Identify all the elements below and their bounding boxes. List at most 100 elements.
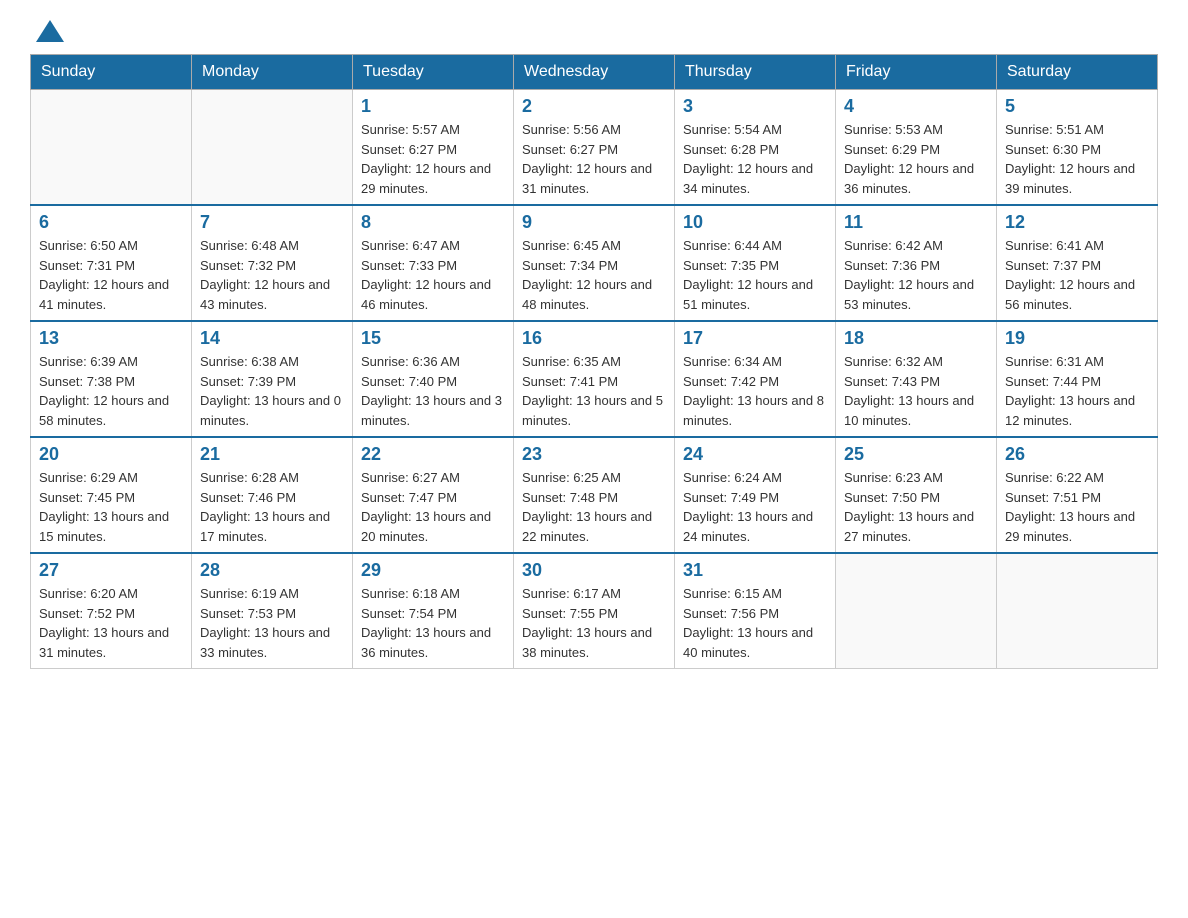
day-detail: Sunrise: 6:50 AMSunset: 7:31 PMDaylight:… bbox=[39, 236, 183, 314]
calendar-week-row: 20 Sunrise: 6:29 AMSunset: 7:45 PMDayligh… bbox=[31, 437, 1158, 553]
calendar-cell: 15 Sunrise: 6:36 AMSunset: 7:40 PMDayligh… bbox=[353, 321, 514, 437]
day-detail: Sunrise: 6:38 AMSunset: 7:39 PMDaylight:… bbox=[200, 352, 344, 430]
day-number: 26 bbox=[1005, 444, 1149, 465]
day-of-week-header: Thursday bbox=[675, 55, 836, 90]
calendar-cell: 21Sunrise: 6:28 AMSunset: 7:46 PMDayligh… bbox=[192, 437, 353, 553]
day-number: 8 bbox=[361, 212, 505, 233]
day-detail: Sunrise: 6:29 AMSunset: 7:45 PMDaylight:… bbox=[39, 468, 183, 546]
day-number: 3 bbox=[683, 96, 827, 117]
day-detail: Sunrise: 6:19 AMSunset: 7:53 PMDaylight:… bbox=[200, 584, 344, 662]
day-number: 25 bbox=[844, 444, 988, 465]
day-number: 24 bbox=[683, 444, 827, 465]
calendar-cell: 12Sunrise: 6:41 AMSunset: 7:37 PMDayligh… bbox=[997, 205, 1158, 321]
calendar-cell: 6 Sunrise: 6:50 AMSunset: 7:31 PMDaylight… bbox=[31, 205, 192, 321]
day-of-week-header: Sunday bbox=[31, 55, 192, 90]
day-number: 29 bbox=[361, 560, 505, 581]
day-detail: Sunrise: 6:18 AMSunset: 7:54 PMDaylight:… bbox=[361, 584, 505, 662]
day-detail: Sunrise: 5:54 AMSunset: 6:28 PMDaylight:… bbox=[683, 120, 827, 198]
day-number: 27 bbox=[39, 560, 183, 581]
day-detail: Sunrise: 5:57 AMSunset: 6:27 PMDaylight:… bbox=[361, 120, 505, 198]
day-detail: Sunrise: 6:42 AMSunset: 7:36 PMDaylight:… bbox=[844, 236, 988, 314]
day-detail: Sunrise: 6:36 AMSunset: 7:40 PMDaylight:… bbox=[361, 352, 505, 430]
day-detail: Sunrise: 6:27 AMSunset: 7:47 PMDaylight:… bbox=[361, 468, 505, 546]
day-detail: Sunrise: 6:23 AMSunset: 7:50 PMDaylight:… bbox=[844, 468, 988, 546]
calendar-cell: 24 Sunrise: 6:24 AMSunset: 7:49 PMDayligh… bbox=[675, 437, 836, 553]
calendar-cell: 25 Sunrise: 6:23 AMSunset: 7:50 PMDayligh… bbox=[836, 437, 997, 553]
day-detail: Sunrise: 6:32 AMSunset: 7:43 PMDaylight:… bbox=[844, 352, 988, 430]
calendar-cell: 5 Sunrise: 5:51 AMSunset: 6:30 PMDaylight… bbox=[997, 90, 1158, 206]
day-number: 20 bbox=[39, 444, 183, 465]
day-of-week-header: Monday bbox=[192, 55, 353, 90]
calendar-cell: 29 Sunrise: 6:18 AMSunset: 7:54 PMDayligh… bbox=[353, 553, 514, 669]
day-detail: Sunrise: 5:51 AMSunset: 6:30 PMDaylight:… bbox=[1005, 120, 1149, 198]
calendar-cell: 20 Sunrise: 6:29 AMSunset: 7:45 PMDayligh… bbox=[31, 437, 192, 553]
day-detail: Sunrise: 6:47 AMSunset: 7:33 PMDaylight:… bbox=[361, 236, 505, 314]
calendar-cell: 2Sunrise: 5:56 AMSunset: 6:27 PMDaylight… bbox=[514, 90, 675, 206]
calendar-cell: 3 Sunrise: 5:54 AMSunset: 6:28 PMDaylight… bbox=[675, 90, 836, 206]
calendar-cell: 22 Sunrise: 6:27 AMSunset: 7:47 PMDayligh… bbox=[353, 437, 514, 553]
day-number: 22 bbox=[361, 444, 505, 465]
calendar-week-row: 27 Sunrise: 6:20 AMSunset: 7:52 PMDayligh… bbox=[31, 553, 1158, 669]
day-number: 30 bbox=[522, 560, 666, 581]
calendar-cell: 4 Sunrise: 5:53 AMSunset: 6:29 PMDaylight… bbox=[836, 90, 997, 206]
day-detail: Sunrise: 5:53 AMSunset: 6:29 PMDaylight:… bbox=[844, 120, 988, 198]
day-detail: Sunrise: 6:20 AMSunset: 7:52 PMDaylight:… bbox=[39, 584, 183, 662]
calendar-cell: 16Sunrise: 6:35 AMSunset: 7:41 PMDayligh… bbox=[514, 321, 675, 437]
calendar-week-row: 6 Sunrise: 6:50 AMSunset: 7:31 PMDaylight… bbox=[31, 205, 1158, 321]
day-number: 17 bbox=[683, 328, 827, 349]
calendar-cell: 11 Sunrise: 6:42 AMSunset: 7:36 PMDayligh… bbox=[836, 205, 997, 321]
day-detail: Sunrise: 6:15 AMSunset: 7:56 PMDaylight:… bbox=[683, 584, 827, 662]
day-number: 28 bbox=[200, 560, 344, 581]
day-of-week-header: Wednesday bbox=[514, 55, 675, 90]
day-of-week-header: Friday bbox=[836, 55, 997, 90]
calendar-cell bbox=[997, 553, 1158, 669]
day-of-week-header: Tuesday bbox=[353, 55, 514, 90]
calendar-cell bbox=[31, 90, 192, 206]
calendar-cell bbox=[836, 553, 997, 669]
day-number: 5 bbox=[1005, 96, 1149, 117]
day-number: 21 bbox=[200, 444, 344, 465]
day-number: 4 bbox=[844, 96, 988, 117]
page-header bbox=[30, 20, 1158, 44]
logo-triangle-icon bbox=[36, 20, 64, 42]
day-detail: Sunrise: 6:41 AMSunset: 7:37 PMDaylight:… bbox=[1005, 236, 1149, 314]
day-detail: Sunrise: 5:56 AMSunset: 6:27 PMDaylight:… bbox=[522, 120, 666, 198]
day-detail: Sunrise: 6:31 AMSunset: 7:44 PMDaylight:… bbox=[1005, 352, 1149, 430]
day-number: 31 bbox=[683, 560, 827, 581]
calendar-cell: 7 Sunrise: 6:48 AMSunset: 7:32 PMDaylight… bbox=[192, 205, 353, 321]
calendar-cell: 19 Sunrise: 6:31 AMSunset: 7:44 PMDayligh… bbox=[997, 321, 1158, 437]
calendar-header-row: SundayMondayTuesdayWednesdayThursdayFrid… bbox=[31, 55, 1158, 90]
day-detail: Sunrise: 6:48 AMSunset: 7:32 PMDaylight:… bbox=[200, 236, 344, 314]
calendar-table: SundayMondayTuesdayWednesdayThursdayFrid… bbox=[30, 54, 1158, 669]
calendar-cell: 14Sunrise: 6:38 AMSunset: 7:39 PMDayligh… bbox=[192, 321, 353, 437]
day-number: 15 bbox=[361, 328, 505, 349]
day-number: 23 bbox=[522, 444, 666, 465]
calendar-cell bbox=[192, 90, 353, 206]
day-detail: Sunrise: 6:22 AMSunset: 7:51 PMDaylight:… bbox=[1005, 468, 1149, 546]
day-detail: Sunrise: 6:39 AMSunset: 7:38 PMDaylight:… bbox=[39, 352, 183, 430]
calendar-cell: 10Sunrise: 6:44 AMSunset: 7:35 PMDayligh… bbox=[675, 205, 836, 321]
day-detail: Sunrise: 6:25 AMSunset: 7:48 PMDaylight:… bbox=[522, 468, 666, 546]
day-number: 19 bbox=[1005, 328, 1149, 349]
day-number: 6 bbox=[39, 212, 183, 233]
day-number: 18 bbox=[844, 328, 988, 349]
calendar-cell: 9Sunrise: 6:45 AMSunset: 7:34 PMDaylight… bbox=[514, 205, 675, 321]
calendar-week-row: 13 Sunrise: 6:39 AMSunset: 7:38 PMDayligh… bbox=[31, 321, 1158, 437]
calendar-week-row: 1 Sunrise: 5:57 AMSunset: 6:27 PMDaylight… bbox=[31, 90, 1158, 206]
calendar-cell: 30Sunrise: 6:17 AMSunset: 7:55 PMDayligh… bbox=[514, 553, 675, 669]
day-number: 11 bbox=[844, 212, 988, 233]
calendar-cell: 1 Sunrise: 5:57 AMSunset: 6:27 PMDaylight… bbox=[353, 90, 514, 206]
day-detail: Sunrise: 6:24 AMSunset: 7:49 PMDaylight:… bbox=[683, 468, 827, 546]
calendar-cell: 8 Sunrise: 6:47 AMSunset: 7:33 PMDaylight… bbox=[353, 205, 514, 321]
calendar-cell: 31 Sunrise: 6:15 AMSunset: 7:56 PMDayligh… bbox=[675, 553, 836, 669]
day-detail: Sunrise: 6:35 AMSunset: 7:41 PMDaylight:… bbox=[522, 352, 666, 430]
calendar-cell: 17Sunrise: 6:34 AMSunset: 7:42 PMDayligh… bbox=[675, 321, 836, 437]
day-number: 13 bbox=[39, 328, 183, 349]
logo bbox=[30, 20, 72, 44]
day-detail: Sunrise: 6:44 AMSunset: 7:35 PMDaylight:… bbox=[683, 236, 827, 314]
calendar-cell: 26 Sunrise: 6:22 AMSunset: 7:51 PMDayligh… bbox=[997, 437, 1158, 553]
day-number: 1 bbox=[361, 96, 505, 117]
day-number: 9 bbox=[522, 212, 666, 233]
calendar-cell: 27 Sunrise: 6:20 AMSunset: 7:52 PMDayligh… bbox=[31, 553, 192, 669]
day-number: 7 bbox=[200, 212, 344, 233]
